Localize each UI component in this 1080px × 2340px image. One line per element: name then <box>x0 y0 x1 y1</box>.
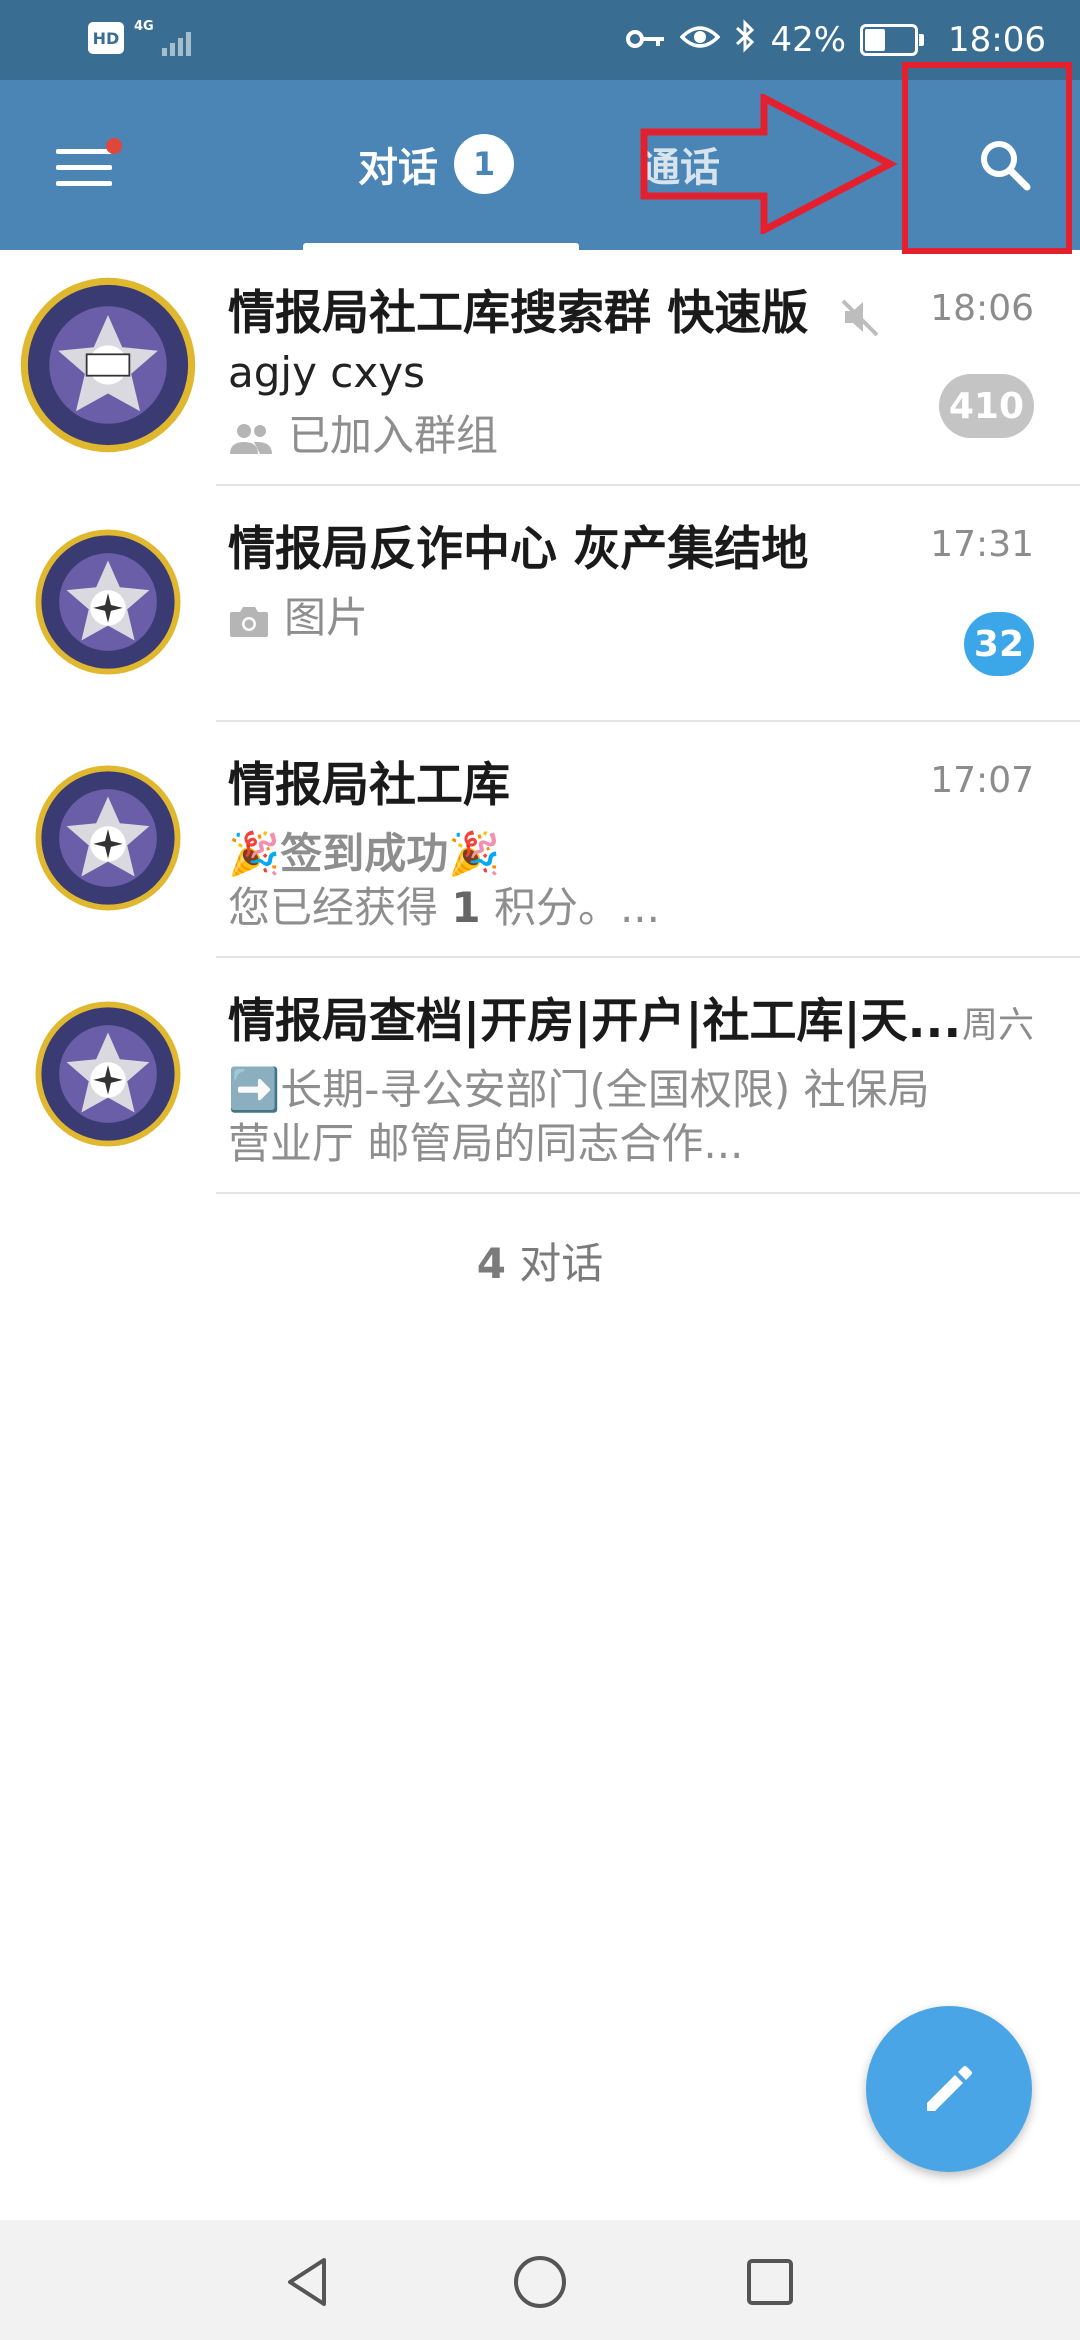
signal-icon: 4G <box>132 18 202 58</box>
nav-recents-button[interactable] <box>738 2250 802 2314</box>
eye-icon <box>679 20 721 60</box>
muted-icon <box>841 299 879 336</box>
last-message-continued: 营业厅 邮管局的同志合作... <box>228 1119 744 1168</box>
last-message: 图片 <box>228 584 368 645</box>
nav-home-button[interactable] <box>508 2250 572 2314</box>
last-message: 您已经获得 1 积分。... <box>228 874 660 935</box>
menu-button[interactable] <box>40 130 130 200</box>
chat-time: 17:31 <box>930 524 1034 565</box>
key-icon <box>626 20 666 60</box>
chat-title: 情报局社工库搜索群 快速版 <box>228 274 883 343</box>
camera-icon <box>230 606 268 637</box>
last-message-sender: 🎉签到成功🎉 <box>228 829 501 878</box>
battery-level <box>865 29 886 51</box>
last-message-text: 图片 <box>284 593 369 642</box>
group-icon <box>230 423 272 454</box>
chat-title: 情报局社工库 <box>228 758 510 813</box>
new-message-button[interactable] <box>866 2006 1032 2172</box>
tab-chats[interactable]: 对话 1 <box>358 126 514 202</box>
last-message-text-end: 积分。... <box>480 883 660 932</box>
system-nav-bar <box>0 2220 1080 2340</box>
pencil-icon <box>927 2066 972 2111</box>
chat-title: 情报局反诈中心 灰产集结地 <box>228 522 809 577</box>
annotation-arrow <box>640 92 900 238</box>
battery-icon <box>860 24 925 56</box>
points-value: 1 <box>451 883 481 932</box>
chat-count-number: 4 <box>476 1239 506 1288</box>
recents-icon <box>747 2259 793 2305</box>
nav-back-button[interactable] <box>276 2250 340 2314</box>
home-icon <box>514 2256 566 2308</box>
clock: 18:06 <box>948 20 1046 60</box>
hd-badge: HD <box>88 22 124 54</box>
battery-percent: 42% <box>770 20 847 60</box>
chat-title: 情报局查档|开房|开户|社工库|天... <box>228 994 962 1049</box>
chat-time: 17:07 <box>930 760 1034 801</box>
last-message-sender: agjy cxys <box>228 348 425 397</box>
unread-count-badge: 410 <box>938 374 1034 438</box>
chat-count-label: 对话 <box>505 1239 604 1288</box>
unread-badge: 1 <box>454 134 514 194</box>
last-message: ➡️长期-寻公安部门(全国权限) 社保局 <box>228 1065 930 1114</box>
chat-count-footer: 4 对话 <box>0 1230 1080 1291</box>
last-message-text: 您已经获得 <box>228 883 452 932</box>
last-message: 已加入群组 <box>228 402 498 463</box>
chat-row[interactable]: 情报局社工库 17:07 🎉签到成功🎉 您已经获得 1 积分。... <box>0 722 1080 958</box>
group-avatar <box>35 1001 181 1147</box>
chat-row[interactable]: 情报局反诈中心 灰产集结地 17:31 图片 32 <box>0 486 1080 722</box>
chat-title-text: 情报局社工库搜索群 快速版 <box>228 286 809 341</box>
group-avatar <box>20 277 196 453</box>
notification-dot <box>106 138 122 154</box>
tab-indicator <box>303 243 579 250</box>
back-icon <box>288 2258 326 2306</box>
network-type-label: 4G <box>134 19 154 34</box>
chat-time: 周六 <box>961 1005 1034 1046</box>
group-avatar <box>35 765 181 911</box>
tab-chats-label: 对话 <box>358 145 438 191</box>
status-icons: 42% 18:06 <box>626 14 1046 66</box>
unread-count: 410 <box>948 385 1024 427</box>
unread-count: 32 <box>973 623 1024 665</box>
bluetooth-icon <box>734 18 756 62</box>
group-avatar <box>35 529 181 675</box>
last-message-text: 已加入群组 <box>288 411 499 460</box>
unread-count-badge: 32 <box>963 612 1034 676</box>
chat-row[interactable]: 情报局社工库搜索群 快速版 18:06 agjy cxys 已加入群组 410 <box>0 250 1080 486</box>
chat-row[interactable]: 情报局查档|开房|开户|社工库|天... 周六 ➡️长期-寻公安部门(全国权限)… <box>0 958 1080 1194</box>
network-status: HD 4G <box>88 18 202 58</box>
chat-time: 18:06 <box>930 288 1034 329</box>
annotation-highlight-box <box>902 62 1072 254</box>
divider <box>216 1192 1080 1194</box>
